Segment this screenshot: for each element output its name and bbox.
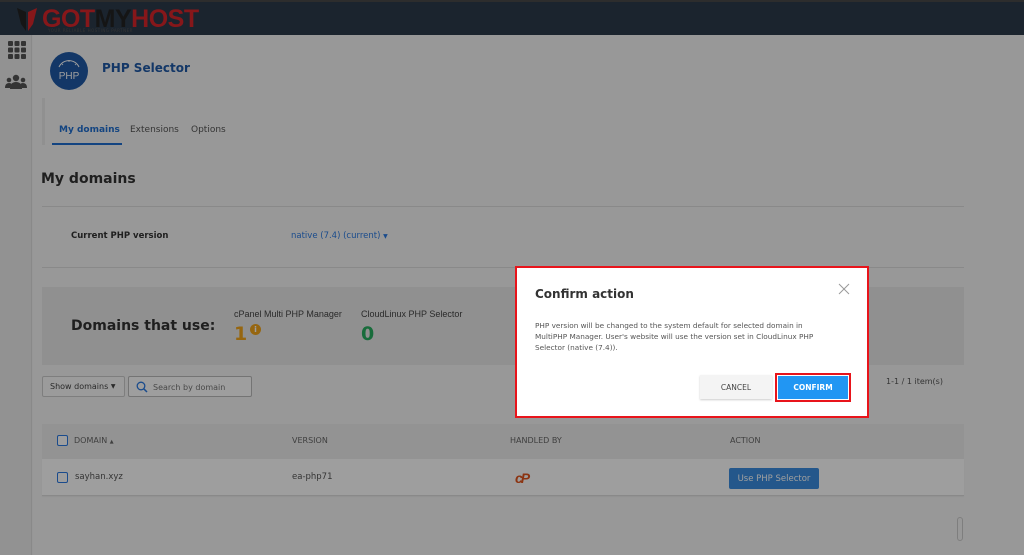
close-icon[interactable] bbox=[837, 282, 851, 296]
dialog-message: PHP version will be changed to the syste… bbox=[535, 321, 814, 352]
cancel-button[interactable]: CANCEL bbox=[700, 375, 772, 399]
dialog-title: Confirm action bbox=[535, 287, 634, 301]
confirm-button[interactable]: CONFIRM bbox=[778, 376, 848, 399]
confirm-button-highlight: CONFIRM bbox=[775, 373, 851, 402]
modal-backdrop[interactable] bbox=[0, 0, 1024, 555]
confirm-dialog: Confirm action PHP version will be chang… bbox=[515, 266, 869, 418]
